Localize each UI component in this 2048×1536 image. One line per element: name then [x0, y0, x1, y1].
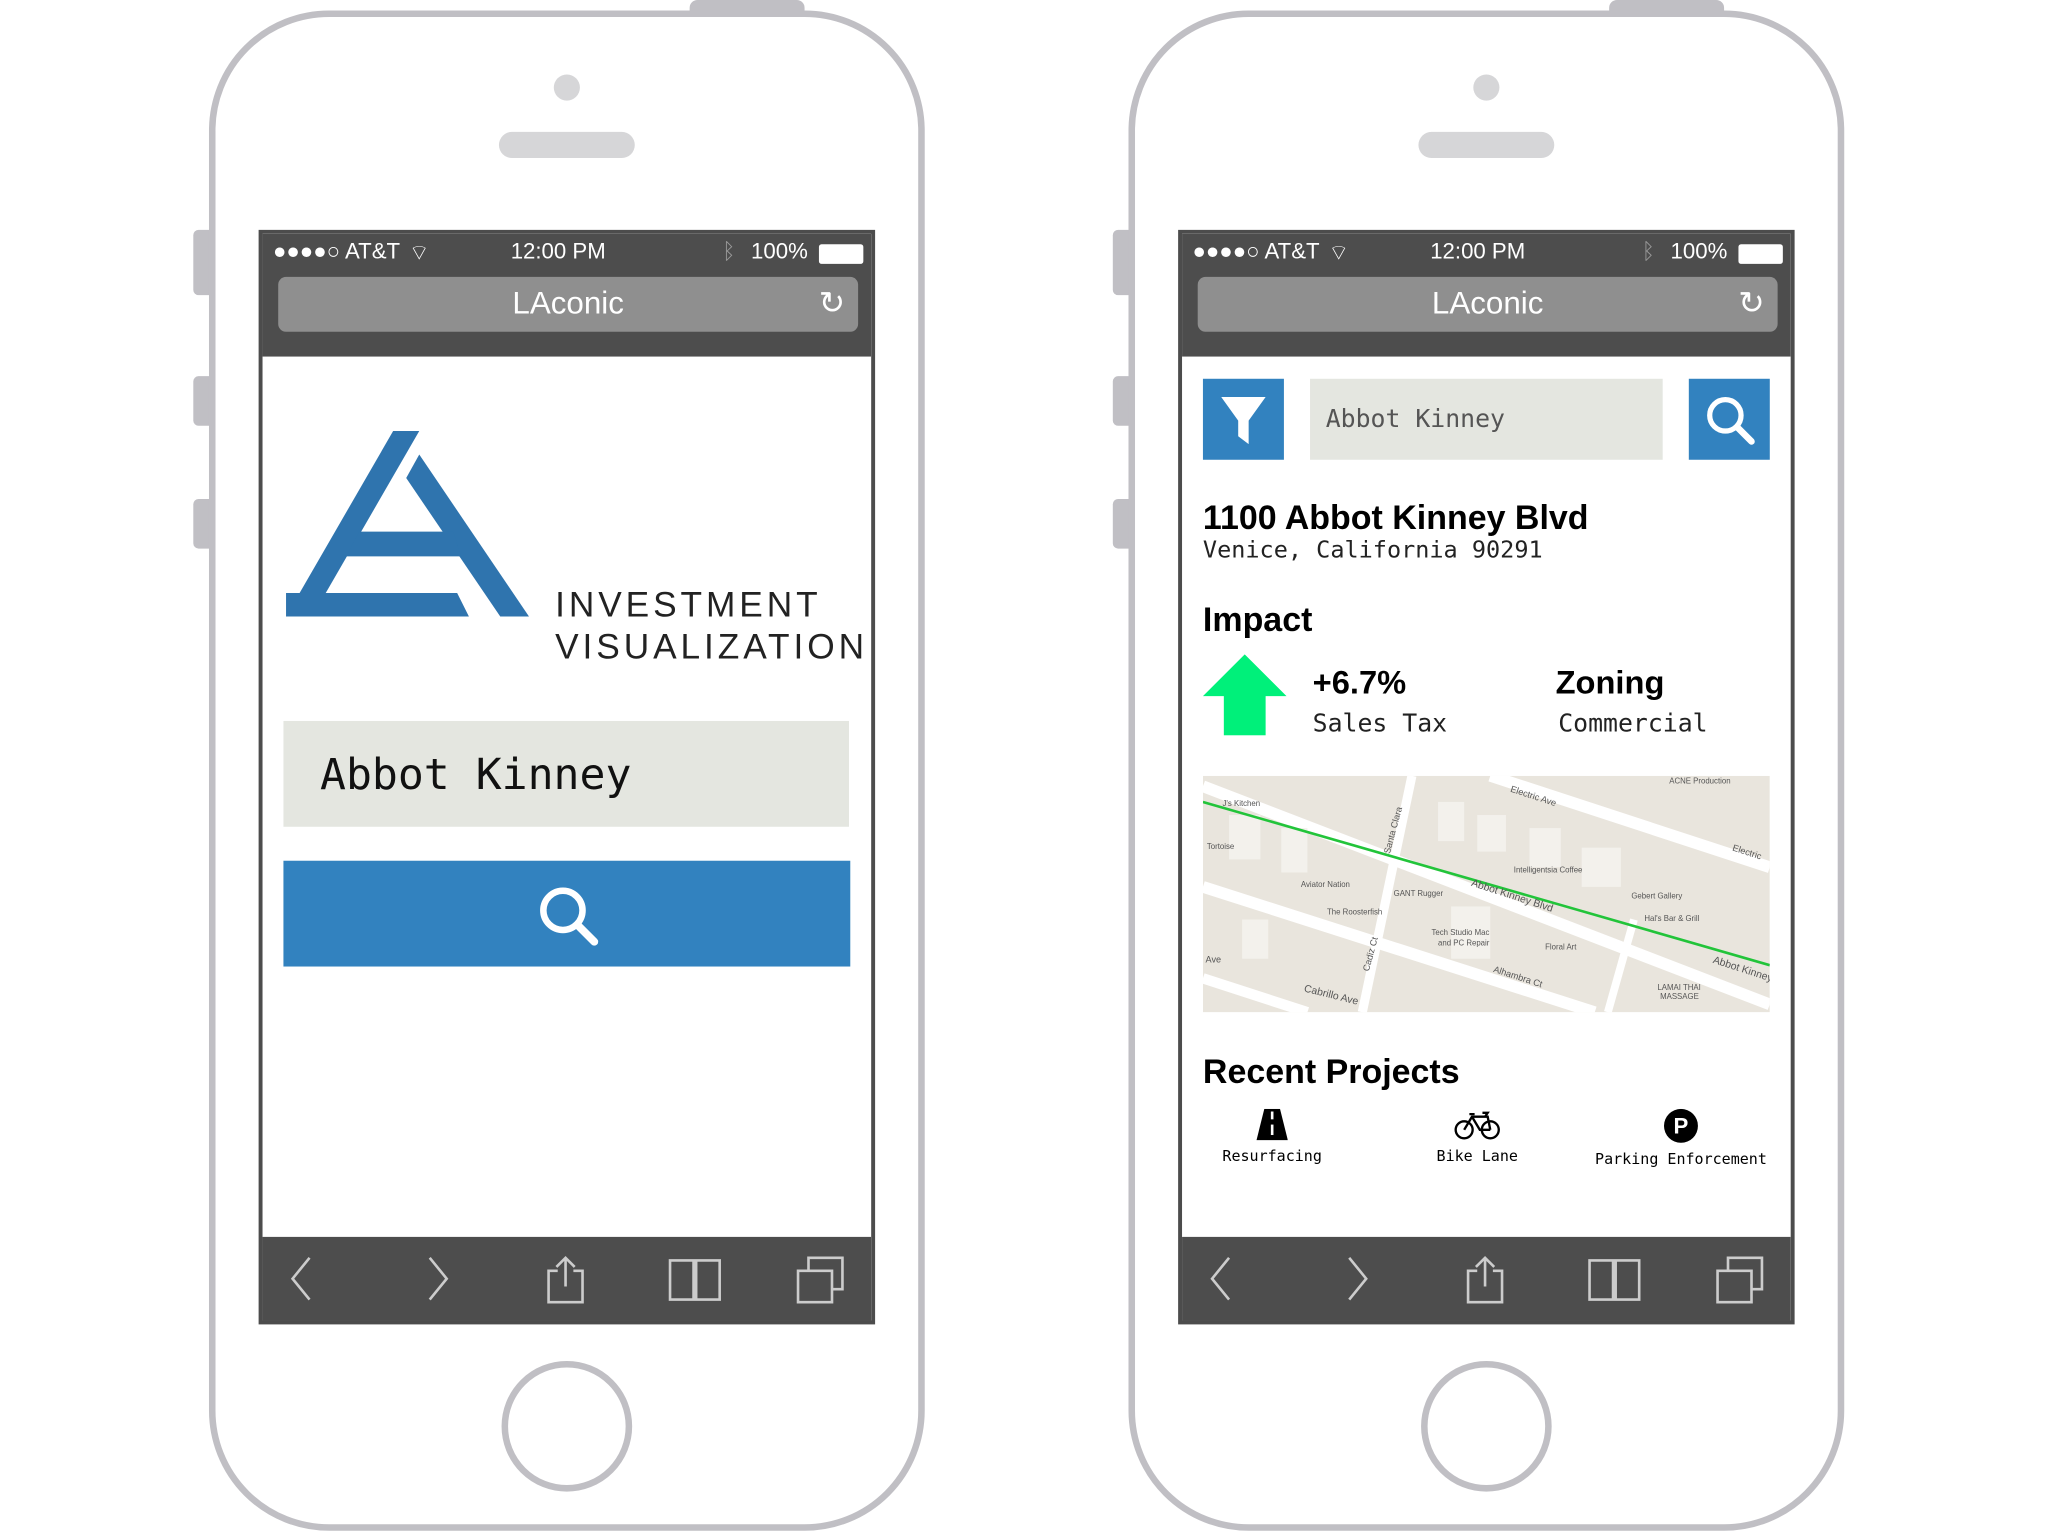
- project-parking-enforcement[interactable]: P Parking Enforcement: [1590, 1108, 1773, 1168]
- zoning-title: Zoning: [1555, 664, 1665, 702]
- map-label: Aviator Nation: [1301, 880, 1350, 889]
- bluetooth-icon: ᛒ: [722, 239, 736, 264]
- logo: [286, 431, 529, 617]
- bluetooth-icon: ᛒ: [1641, 239, 1656, 264]
- map[interactable]: Electric Ave ACNE Production J's Kitchen…: [1202, 775, 1770, 1013]
- map-label: LAMAI THAI: [1657, 983, 1700, 992]
- battery-icon: [818, 244, 864, 264]
- tabs-icon[interactable]: [795, 1255, 847, 1305]
- bookmarks-icon[interactable]: [1587, 1255, 1642, 1302]
- search-input[interactable]: Abbot Kinney: [283, 720, 849, 827]
- url-title: LAconic: [1431, 286, 1544, 322]
- time: 12:00 PM: [510, 239, 606, 264]
- project-label: Bike Lane: [1436, 1146, 1518, 1166]
- battery-percent: 100%: [751, 239, 808, 264]
- map-label: ACNE Production: [1669, 777, 1730, 786]
- project-label: Resurfacing: [1222, 1146, 1322, 1166]
- camera: [553, 74, 580, 101]
- url-bar[interactable]: LAconic ↻: [1197, 276, 1778, 332]
- map-label: Hal's Bar & Grill: [1644, 914, 1699, 923]
- search-icon: [1707, 397, 1755, 445]
- url-bar[interactable]: LAconic ↻: [278, 276, 859, 332]
- browser-toolbar: [1182, 1236, 1791, 1321]
- map-label: Floral Art: [1545, 943, 1577, 952]
- search-button[interactable]: [1688, 378, 1770, 460]
- wifi-icon: ⌔: [1328, 240, 1350, 266]
- back-icon[interactable]: [289, 1255, 315, 1302]
- browser-toolbar: [262, 1236, 872, 1321]
- battery-icon: [1738, 244, 1783, 264]
- map-label: J's Kitchen: [1223, 799, 1261, 808]
- svg-text:P: P: [1674, 1114, 1689, 1139]
- back-icon[interactable]: [1208, 1255, 1234, 1302]
- search-icon: [540, 887, 599, 946]
- forward-icon[interactable]: [1344, 1255, 1370, 1302]
- url-title: LAconic: [512, 286, 624, 322]
- reload-icon[interactable]: ↻: [819, 277, 845, 332]
- map-label: Tortoise: [1207, 842, 1234, 851]
- carrier: ●●●●○ AT&T: [272, 239, 401, 264]
- filter-icon: [1221, 397, 1266, 445]
- camera: [1473, 74, 1500, 101]
- project-bike-lane[interactable]: Bike Lane: [1425, 1109, 1529, 1165]
- wifi-icon: ⌔: [408, 240, 430, 266]
- reload-icon[interactable]: ↻: [1738, 277, 1764, 332]
- impact-value: +6.7%: [1312, 664, 1407, 702]
- home-button[interactable]: [1421, 1360, 1552, 1492]
- map-label: Intelligentsia Coffee: [1514, 865, 1583, 874]
- speaker: [498, 131, 635, 159]
- carrier: ●●●●○ AT&T: [1192, 239, 1320, 264]
- impact-label: Sales Tax: [1312, 709, 1448, 738]
- project-resurfacing[interactable]: Resurfacing: [1208, 1108, 1336, 1166]
- home-button[interactable]: [501, 1360, 633, 1492]
- screen: ●●●●○ AT&T ⌔ 12:00 PM ᛒ 100% LAconic ↻ Ab…: [1178, 229, 1795, 1325]
- speaker: [1418, 131, 1555, 159]
- map-label: The Roosterfish: [1327, 907, 1382, 916]
- address: 1100 Abbot Kinney Blvd: [1202, 497, 1589, 537]
- map-label: Tech Studio Mac: [1432, 928, 1490, 937]
- map-label: and PC Repair: [1438, 939, 1490, 948]
- phone-home: ●●●●○ AT&T ⌔ 12:00 PM ᛒ 100% LAconic ↻ IN…: [0, 0, 940, 1536]
- filter-button[interactable]: [1202, 378, 1284, 460]
- map-label: Ave: [1206, 955, 1222, 965]
- browser-chrome: ●●●●○ AT&T ⌔ 12:00 PM ᛒ 100% LAconic ↻: [262, 233, 872, 357]
- recent-projects-title: Recent Projects: [1202, 1051, 1460, 1091]
- browser-chrome: ●●●●○ AT&T ⌔ 12:00 PM ᛒ 100% LAconic ↻: [1182, 233, 1791, 357]
- arrow-up-icon: [1202, 654, 1287, 736]
- screen: ●●●●○ AT&T ⌔ 12:00 PM ᛒ 100% LAconic ↻ IN…: [258, 229, 876, 1325]
- battery-percent: 100%: [1670, 239, 1728, 264]
- parking-icon: P: [1663, 1108, 1698, 1143]
- map-label: Gebert Gallery: [1631, 892, 1682, 901]
- map-label: GANT Rugger: [1394, 889, 1444, 898]
- search-button[interactable]: [283, 860, 851, 967]
- project-label: Parking Enforcement: [1595, 1149, 1767, 1168]
- forward-icon[interactable]: [424, 1255, 450, 1302]
- share-icon[interactable]: [545, 1255, 587, 1305]
- phone-results: ●●●●○ AT&T ⌔ 12:00 PM ᛒ 100% LAconic ↻ Ab…: [920, 0, 1860, 1536]
- logo-line-1: INVESTMENT: [555, 585, 822, 625]
- logo-line-2: VISUALIZATION: [555, 626, 868, 667]
- map-label: MASSAGE: [1660, 992, 1699, 1001]
- road-icon: [1256, 1108, 1288, 1141]
- bookmarks-icon[interactable]: [667, 1255, 722, 1302]
- zoning-value: Commercial: [1558, 709, 1708, 738]
- logo-text: INVESTMENT VISUALIZATION: [555, 584, 868, 668]
- impact-title: Impact: [1202, 599, 1313, 639]
- search-input[interactable]: Abbot Kinney: [1310, 378, 1663, 460]
- city: Venice, California 90291: [1202, 536, 1543, 565]
- time: 12:00 PM: [1430, 239, 1526, 264]
- share-icon[interactable]: [1464, 1255, 1506, 1305]
- bicycle-icon: [1454, 1111, 1500, 1140]
- tabs-icon[interactable]: [1715, 1255, 1767, 1305]
